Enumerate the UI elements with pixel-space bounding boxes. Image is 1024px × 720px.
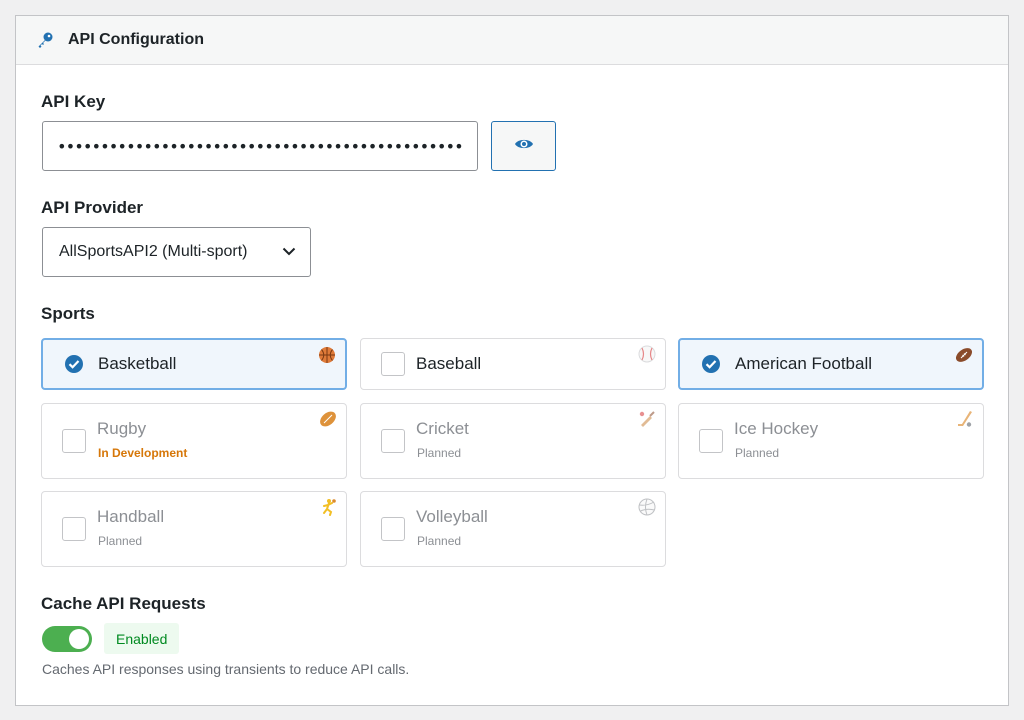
- sport-name: American Football: [735, 354, 873, 373]
- cricket-bat-icon: [637, 409, 657, 429]
- sport-name: Rugby: [97, 419, 147, 438]
- checkbox-checked-icon: [64, 354, 84, 374]
- chevron-down-icon: [282, 243, 296, 261]
- checkbox: [381, 429, 405, 453]
- status-badge: Planned: [417, 446, 462, 460]
- api-provider-label: API Provider: [41, 198, 144, 217]
- sport-name: Volleyball: [416, 507, 488, 526]
- sport-name: Cricket: [416, 419, 469, 438]
- api-key-label: API Key: [41, 92, 106, 111]
- key-icon: [36, 31, 54, 49]
- cache-toggle[interactable]: [42, 626, 92, 652]
- eye-icon: [514, 137, 534, 156]
- api-provider-value: AllSportsAPI2 (Multi-sport): [59, 243, 248, 260]
- baseball-icon: [637, 344, 657, 364]
- sport-card-baseball[interactable]: Baseball: [360, 338, 666, 390]
- hockey-stick-icon: [955, 409, 975, 429]
- sport-name: Handball: [97, 507, 165, 526]
- api-provider-select[interactable]: AllSportsAPI2 (Multi-sport): [42, 227, 311, 277]
- panel-title: API Configuration: [68, 31, 204, 48]
- enabled-badge: Enabled: [104, 623, 180, 654]
- cache-help-text: Caches API responses using transients to…: [42, 661, 410, 677]
- sport-card-ice-hockey[interactable]: Ice Hockey Planned: [678, 403, 984, 479]
- sport-name: Ice Hockey: [734, 419, 819, 438]
- rugby-ball-icon: [318, 409, 338, 429]
- handball-player-icon: [318, 497, 338, 517]
- cache-label: Cache API Requests: [41, 594, 206, 613]
- sport-name: Baseball: [416, 354, 482, 373]
- volleyball-icon: [637, 497, 657, 517]
- status-badge: In Development: [98, 446, 188, 460]
- checkbox: [699, 429, 723, 453]
- sports-label: Sports: [41, 304, 95, 323]
- sport-card-american-football[interactable]: American Football: [678, 338, 984, 390]
- sport-card-handball[interactable]: Handball Planned: [41, 491, 347, 567]
- status-badge: Planned: [735, 446, 780, 460]
- status-badge: Planned: [417, 534, 462, 548]
- american-football-icon: [954, 345, 974, 365]
- sport-name: Basketball: [98, 354, 177, 373]
- checkbox: [381, 352, 405, 376]
- api-configuration-panel: API Configuration API Key API Provider A…: [15, 15, 1009, 706]
- toggle-visibility-button[interactable]: [491, 121, 556, 171]
- basketball-icon: [317, 345, 337, 365]
- checkbox: [381, 517, 405, 541]
- sport-card-rugby[interactable]: Rugby In Development: [41, 403, 347, 479]
- panel-header: API Configuration: [16, 16, 1008, 65]
- sport-card-cricket[interactable]: Cricket Planned: [360, 403, 666, 479]
- api-key-input[interactable]: [42, 121, 478, 171]
- checkbox: [62, 517, 86, 541]
- sport-card-basketball[interactable]: Basketball: [41, 338, 347, 390]
- checkbox: [62, 429, 86, 453]
- sport-card-volleyball[interactable]: Volleyball Planned: [360, 491, 666, 567]
- checkbox-checked-icon: [701, 354, 721, 374]
- status-badge: Planned: [98, 534, 143, 548]
